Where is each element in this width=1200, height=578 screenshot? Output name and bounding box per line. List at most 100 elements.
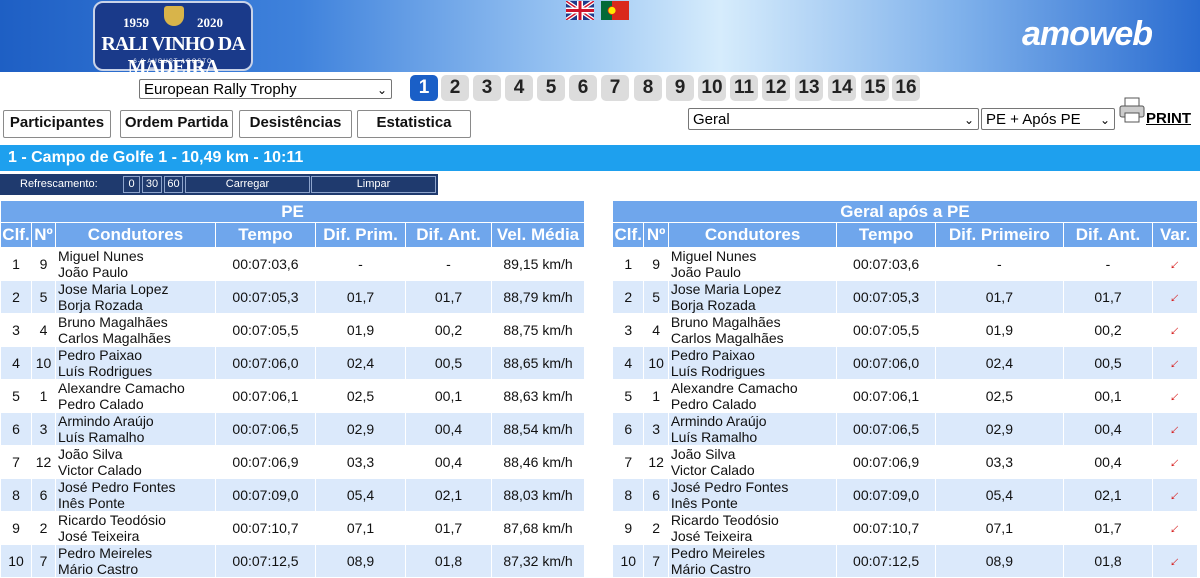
stage-button-10[interactable]: 10 [698, 75, 726, 101]
car-number-cell: 2 [643, 511, 669, 545]
amoweb-logo[interactable]: amoweb [1022, 15, 1153, 54]
table-row[interactable]: 6 3 Armindo Araújo Luís Ramalho 00:07:06,5 02… [611, 412, 1198, 446]
driver-name: Miguel Nunes [670, 248, 757, 265]
column-header: Dif. Ant. [405, 222, 492, 248]
stage-button-11[interactable]: 11 [730, 75, 758, 101]
portugal-flag-icon[interactable] [601, 1, 629, 20]
table-row[interactable]: 8 6 José Pedro Fontes Inês Ponte 00:07:09,0 0… [0, 478, 586, 512]
chevron-down-icon: ⌄ [1099, 113, 1110, 127]
stage-button-2[interactable]: 2 [441, 75, 469, 101]
crew-cell: Ricardo Teodósio José Teixeira [667, 511, 838, 545]
printer-icon[interactable] [1119, 96, 1145, 124]
diff-first-cell: 01,7 [934, 280, 1064, 314]
stage-button-7[interactable]: 7 [601, 75, 629, 101]
stage-button-12[interactable]: 12 [762, 75, 790, 101]
diff-previous-cell: 01,7 [1062, 280, 1154, 314]
stage-button-9[interactable]: 9 [666, 75, 694, 101]
estatistica-button[interactable]: Estatistica [357, 110, 471, 138]
table-row[interactable]: 1 9 Miguel Nunes João Paulo 00:07:03,6- -89,1… [0, 247, 586, 281]
table-row[interactable]: 3 4 Bruno Magalhães Carlos Magalhães 00:07:0… [611, 313, 1198, 347]
refresh-30-button[interactable]: 30 [142, 176, 162, 193]
stage-button-4[interactable]: 4 [505, 75, 533, 101]
diff-previous-cell: 01,8 [1062, 544, 1154, 578]
table-row[interactable]: 2 5 Jose Maria Lopez Borja Rozada 00:07:05,3… [611, 280, 1198, 314]
overall-results-table: Geral após a PE Clf. Nº Condutores Tempo… [611, 200, 1198, 578]
diff-first-cell: 05,4 [315, 478, 406, 512]
crew-cell: Bruno Magalhães Carlos Magalhães [667, 313, 838, 347]
rally-logo[interactable]: 1959 2020 RALI VINHO DA MADEIRA 6-8 AUGUS… [93, 1, 253, 78]
codriver-name: Victor Calado [670, 462, 755, 478]
participantes-button[interactable]: Participantes [3, 110, 111, 138]
table-row[interactable]: 10 7 Pedro Meireles Mário Castro 00:07:12,5 0… [0, 544, 586, 578]
crew-cell: Ricardo Teodósio José Teixeira [55, 511, 216, 545]
variation-cell: ↓ [1152, 478, 1198, 512]
stage-button-8[interactable]: 8 [634, 75, 662, 101]
arrow-down-icon: ↓ [1166, 519, 1185, 537]
mode-select[interactable]: PE + Após PE ⌄ [981, 108, 1115, 130]
crew-cell: Armindo Araújo Luís Ramalho [55, 412, 216, 446]
stage-button-16[interactable]: 16 [892, 75, 920, 101]
load-button[interactable]: Carregar [185, 176, 310, 193]
refresh-0-button[interactable]: 0 [123, 176, 140, 193]
arrow-down-icon: ↓ [1166, 453, 1185, 471]
crew-cell: Jose Maria Lopez Borja Rozada [55, 280, 216, 314]
stage-button-1[interactable]: 1 [410, 75, 438, 101]
diff-first-cell: 03,3 [934, 445, 1064, 479]
driver-name: Pedro Paixao [670, 347, 755, 364]
codriver-name: José Teixeira [58, 528, 140, 544]
table-row[interactable]: 7 12 João Silva Victor Calado 00:07:06,9 03,3… [611, 445, 1198, 479]
ordem-partida-button[interactable]: Ordem Partida [120, 110, 233, 138]
table-row[interactable]: 6 3 Armindo Araújo Luís Ramalho 00:07:06,5 02… [0, 412, 586, 446]
driver-name: João Silva [58, 446, 123, 463]
table-row[interactable]: 5 1 Alexandre Camacho Pedro Calado 00:07:06,… [0, 379, 586, 413]
codriver-name: Pedro Calado [58, 396, 144, 412]
table-row[interactable]: 9 2 Ricardo Teodósio José Teixeira 00:07:10,… [611, 511, 1198, 545]
stage-button-3[interactable]: 3 [473, 75, 501, 101]
table-row[interactable]: 7 12 João Silva Victor Calado 00:07:06,9 03,3… [0, 445, 586, 479]
refresh-60-button[interactable]: 60 [164, 176, 183, 193]
diff-first-cell: 02,9 [315, 412, 406, 446]
column-header: Nº [31, 222, 56, 248]
stage-button-6[interactable]: 6 [569, 75, 597, 101]
time-cell: 00:07:12,5 [836, 544, 936, 578]
table-row[interactable]: 8 6 José Pedro Fontes Inês Ponte 00:07:09,0 0… [611, 478, 1198, 512]
position-cell: 1 [0, 247, 32, 281]
stage-button-13[interactable]: 13 [795, 75, 823, 101]
variation-cell: ↓ [1152, 346, 1198, 380]
car-number-cell: 1 [643, 379, 669, 413]
table-row[interactable]: 10 7 Pedro Meireles Mário Castro 00:07:12,5 0… [611, 544, 1198, 578]
class-select[interactable]: Geral ⌄ [688, 108, 979, 130]
average-speed-cell: 88,65 km/h [490, 346, 586, 380]
driver-name: Bruno Magalhães [58, 314, 168, 331]
table-row[interactable]: 2 5 Jose Maria Lopez Borja Rozada 00:07:05,3… [0, 280, 586, 314]
championship-select[interactable]: European Rally Trophy ⌄ [139, 79, 392, 99]
stage-button-14[interactable]: 14 [828, 75, 856, 101]
position-cell: 6 [611, 412, 645, 446]
table-row[interactable]: 5 1 Alexandre Camacho Pedro Calado 00:07:06,… [611, 379, 1198, 413]
average-speed-cell: 88,63 km/h [490, 379, 586, 413]
logo-year-end: 2020 [197, 15, 223, 30]
crew-cell: Pedro Meireles Mário Castro [667, 544, 838, 578]
time-cell: 00:07:06,0 [215, 346, 316, 380]
position-cell: 9 [0, 511, 32, 545]
stage-button-5[interactable]: 5 [537, 75, 565, 101]
driver-name: Ricardo Teodósio [58, 512, 166, 529]
diff-first-cell: 02,5 [934, 379, 1064, 413]
table-row[interactable]: 4 10 Pedro Paixao Luís Rodrigues 00:07:06,0 0… [0, 346, 586, 380]
column-header: Condutores [667, 222, 838, 248]
diff-first-cell: - [315, 247, 406, 281]
table-row[interactable]: 4 10 Pedro Paixao Luís Rodrigues 00:07:06,0 0… [611, 346, 1198, 380]
position-cell: 3 [0, 313, 32, 347]
stage-button-15[interactable]: 15 [861, 75, 889, 101]
crew-cell: Jose Maria Lopez Borja Rozada [667, 280, 838, 314]
table-row[interactable]: 9 2 Ricardo Teodósio José Teixeira 00:07:10,… [0, 511, 586, 545]
uk-flag-icon[interactable] [566, 1, 594, 20]
driver-name: Alexandre Camacho [670, 380, 798, 397]
car-number-cell: 6 [31, 478, 56, 512]
table-row[interactable]: 1 9 Miguel Nunes João Paulo 00:07:03,6- - ↓ [611, 247, 1198, 281]
table-row[interactable]: 3 4 Bruno Magalhães Carlos Magalhães 00:07:0… [0, 313, 586, 347]
diff-previous-cell: 02,1 [1062, 478, 1154, 512]
print-link[interactable]: PRINT [1146, 110, 1191, 127]
desistencias-button[interactable]: Desistências [239, 110, 352, 138]
clear-button[interactable]: Limpar [311, 176, 436, 193]
